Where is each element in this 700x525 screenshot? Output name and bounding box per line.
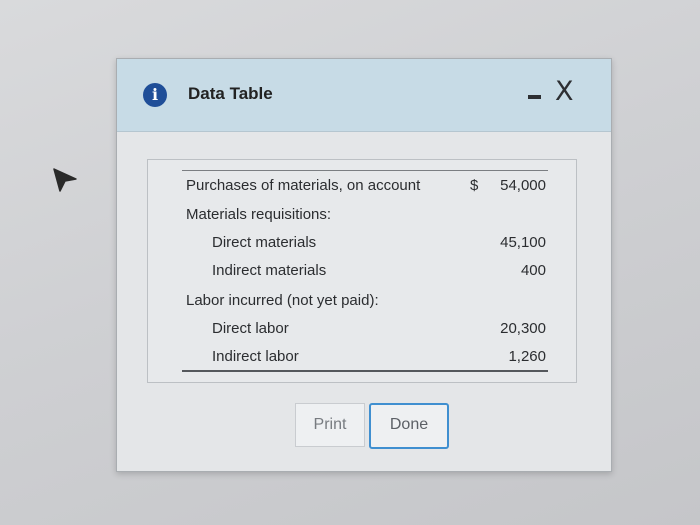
row-amount: 45,100 (500, 234, 546, 251)
data-table-dialog: i Data Table X Purchases of materials, o… (116, 58, 612, 472)
info-icon: i (143, 83, 167, 107)
table-row: Purchases of materials, on account $ 54,… (148, 177, 576, 199)
row-label: Purchases of materials, on account (186, 177, 421, 194)
close-icon[interactable]: X (555, 77, 574, 107)
row-label: Indirect labor (212, 348, 299, 365)
dialog-title: Data Table (188, 84, 273, 103)
table-bottom-rule (182, 370, 548, 372)
table-row: Direct materials 45,100 (148, 234, 576, 256)
row-amount: 20,300 (500, 320, 546, 337)
row-label: Direct labor (212, 320, 289, 337)
done-button[interactable]: Done (369, 403, 449, 449)
row-amount: 400 (520, 262, 546, 279)
table-top-rule (182, 170, 548, 171)
row-label: Labor incurred (not yet paid): (186, 292, 379, 309)
print-button[interactable]: Print (295, 403, 365, 447)
currency-symbol: $ (470, 177, 479, 194)
row-amount: 54,000 (500, 177, 546, 194)
table-row: Materials requisitions: (148, 206, 576, 228)
mouse-cursor-icon (53, 168, 77, 192)
row-label: Indirect materials (212, 262, 327, 279)
row-label: Direct materials (212, 234, 317, 251)
minimize-icon[interactable] (528, 95, 541, 99)
row-amount: 1,260 (508, 348, 546, 365)
table-row: Labor incurred (not yet paid): (148, 292, 576, 314)
table-row: Indirect materials 400 (148, 262, 576, 284)
data-table: Purchases of materials, on account $ 54,… (147, 159, 577, 383)
row-label: Materials requisitions: (186, 206, 332, 223)
table-row: Direct labor 20,300 (148, 320, 576, 342)
dialog-titlebar: i Data Table X (117, 59, 611, 132)
table-row: Indirect labor 1,260 (148, 348, 576, 370)
